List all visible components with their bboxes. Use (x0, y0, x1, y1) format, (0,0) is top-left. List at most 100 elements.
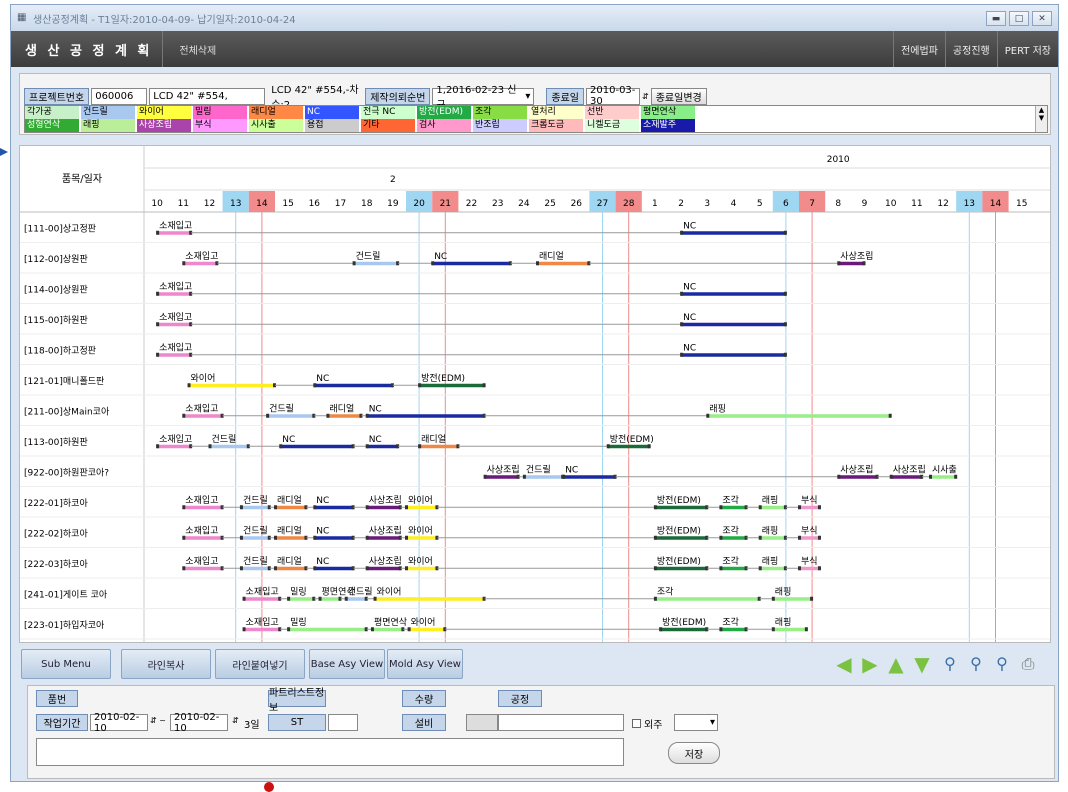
day-label: 14 (256, 199, 268, 209)
header-button-1[interactable]: 전에법파 (893, 31, 945, 67)
print-icon[interactable]: ⎙ (1017, 653, 1039, 675)
legend-item: 와이어 (137, 106, 191, 119)
minimize-button[interactable]: ▬ (986, 11, 1006, 26)
task-label: 밀링 (290, 585, 307, 597)
work-period-label: 작업기간 (36, 714, 88, 731)
task-bar (759, 566, 786, 571)
task-start-marker (242, 627, 246, 632)
legend-item: 기타 (361, 119, 415, 132)
task-label: 사상조립 (893, 464, 926, 475)
task-label: 건드릴 (356, 251, 381, 262)
request-select[interactable]: 1,2016-02-23 신규▾ (432, 85, 535, 111)
task-bar (366, 414, 485, 418)
end-date-field[interactable]: 2010-03-30 (586, 85, 641, 107)
task-start-marker (182, 261, 186, 266)
equipment-name-field[interactable] (498, 714, 624, 731)
task-start-marker (313, 383, 317, 388)
task-label: 평면연삭 (374, 617, 407, 628)
outsource-checkbox[interactable]: 외주 (632, 716, 662, 731)
zoom-reset-icon[interactable]: ⚲ (991, 653, 1013, 675)
legend-item: 건드릴 (81, 106, 135, 119)
st-field[interactable] (328, 714, 358, 731)
task-bar (838, 261, 865, 266)
task-label: 부식 (801, 495, 818, 506)
sub-menu-button[interactable]: Sub Menu (21, 649, 111, 679)
day-label: 15 (1016, 199, 1027, 209)
task-end-marker (954, 474, 958, 479)
legend-item: 소재발주 (641, 119, 695, 132)
task-start-marker (208, 444, 212, 449)
task-bar (288, 627, 367, 632)
save-button[interactable]: 저장 (668, 742, 720, 764)
task-start-marker (365, 566, 369, 571)
task-label: 부식 (801, 525, 818, 536)
task-bar (183, 261, 218, 266)
task-end-marker (783, 230, 787, 235)
task-label: 부식 (801, 556, 818, 567)
legend-scrollbar[interactable]: ▲ ▼ (1035, 106, 1047, 132)
arrow-down-icon[interactable]: ▼ (911, 653, 933, 675)
mold-asy-view-button[interactable]: Mold Asy View (387, 649, 463, 679)
arrow-right-icon[interactable]: ▶ (859, 653, 881, 675)
project-name-field[interactable]: LCD 42" #554, (149, 87, 266, 105)
zoom-in-icon[interactable]: ⚲ (939, 653, 961, 675)
date-from-field[interactable]: 2010-02-10 (90, 712, 148, 734)
legend-item: NC (305, 106, 359, 119)
task-start-marker (318, 596, 322, 601)
st-label: ST (268, 714, 326, 731)
task-bar (314, 566, 354, 571)
day-label: 26 (571, 199, 583, 209)
task-start-marker (536, 261, 539, 266)
spin-icon[interactable]: ⇵ (232, 716, 239, 725)
base-asy-view-button[interactable]: Base Asy View (309, 649, 385, 679)
change-end-date-button[interactable]: 종료일변경 (650, 87, 707, 105)
task-bar (157, 353, 192, 357)
task-bar (353, 261, 399, 266)
legend-item: 선반 (585, 106, 639, 119)
partlist-label[interactable]: 파트리스트정보 (268, 688, 326, 714)
task-bar (432, 261, 511, 266)
process-progress-button[interactable]: 공정진행 (944, 31, 997, 67)
project-no-field[interactable]: 060006 (91, 87, 148, 105)
day-label: 27 (597, 199, 608, 209)
day-label: 19 (387, 199, 399, 209)
task-bar (157, 231, 192, 235)
arrow-left-icon[interactable]: ◀ (833, 653, 855, 675)
line-paste-button[interactable]: 라인붙여넣기 (215, 649, 305, 679)
maximize-button[interactable]: □ (1009, 11, 1029, 26)
gantt-chart[interactable]: 품목/일자 2010 2 10 11 12 13 14 15 16 17 18 19 20 21 22 23 24… (19, 145, 1051, 643)
memo-field[interactable] (36, 738, 624, 766)
zoom-out-icon[interactable]: ⚲ (965, 653, 987, 675)
line-copy-button[interactable]: 라인복사 (121, 649, 211, 679)
task-label: 와이어 (377, 585, 402, 597)
spin-icon[interactable]: ⇵ (642, 92, 649, 101)
month-label: 2 (390, 175, 396, 185)
part-no-label: 품번 (36, 690, 78, 707)
task-label: NC (316, 496, 329, 506)
date-to-field[interactable]: 2010-02-10 (170, 712, 228, 734)
row-label: [222-01]하코아 (24, 498, 88, 509)
delete-all-button[interactable]: 전체삭제 (173, 42, 222, 57)
task-bar (275, 536, 307, 540)
day-label: 17 (335, 199, 346, 209)
spin-icon[interactable]: ⇵ ~ (150, 716, 166, 725)
task-start-marker (370, 627, 374, 632)
outsource-select[interactable]: ▾ (674, 714, 718, 731)
close-button[interactable]: ✕ (1032, 11, 1052, 26)
arrow-up-icon[interactable]: ▲ (885, 653, 907, 675)
task-label: 소재입고 (185, 524, 218, 536)
task-label: 사상조립 (487, 464, 520, 475)
task-label: 소재입고 (159, 311, 192, 323)
task-label: 사상조립 (840, 251, 873, 262)
task-start-marker (239, 566, 243, 571)
task-bar (720, 566, 747, 571)
equipment-code-field[interactable] (466, 714, 498, 731)
task-start-marker (182, 535, 186, 540)
task-label: 조각 (722, 555, 739, 567)
task-start-marker (837, 261, 841, 266)
pert-save-button[interactable]: PERT 저장 (996, 31, 1058, 67)
task-start-marker (771, 596, 775, 601)
task-label: 래디얼 (539, 251, 564, 262)
task-bar (157, 444, 192, 449)
task-start-marker (706, 413, 710, 418)
